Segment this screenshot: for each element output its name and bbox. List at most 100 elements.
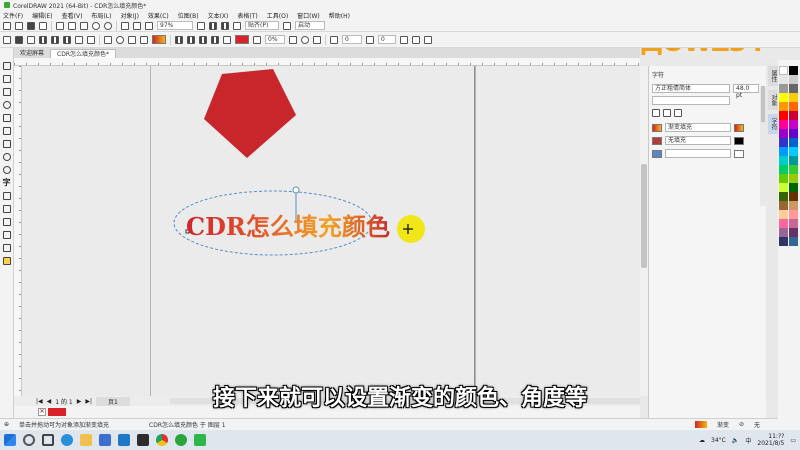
menu-table[interactable]: 表格(T): [237, 11, 257, 20]
menu-text[interactable]: 文本(X): [208, 11, 229, 20]
edge-browser-icon[interactable]: [61, 434, 73, 446]
free-scale-icon[interactable]: [400, 35, 408, 44]
palette-swatch[interactable]: [789, 93, 798, 102]
palette-swatch[interactable]: [779, 84, 788, 93]
copy-icon[interactable]: [68, 21, 76, 30]
vector-pattern-fill-icon[interactable]: [39, 35, 47, 44]
menu-view[interactable]: 查看(V): [62, 11, 83, 20]
font-size-field[interactable]: 48.0 pt: [733, 84, 759, 99]
texture-fill-icon[interactable]: [75, 35, 83, 44]
no-fill-icon[interactable]: [3, 35, 11, 44]
palette-swatch[interactable]: [779, 93, 788, 102]
publish-pdf-icon[interactable]: [145, 21, 153, 30]
palette-swatch[interactable]: [789, 219, 798, 228]
node-color-icon[interactable]: [223, 35, 231, 44]
palette-swatch[interactable]: [789, 183, 798, 192]
new-document-icon[interactable]: [3, 21, 11, 30]
palette-swatch[interactable]: [789, 192, 798, 201]
elliptical-fountain-icon[interactable]: [116, 35, 124, 44]
outline-color-swatch[interactable]: [734, 149, 744, 158]
palette-swatch[interactable]: [779, 156, 788, 165]
menu-window[interactable]: 窗口(W): [297, 11, 320, 20]
vertical-ruler[interactable]: [14, 66, 22, 396]
palette-swatch[interactable]: [789, 228, 798, 237]
show-grid-icon[interactable]: [221, 21, 229, 30]
redo-icon[interactable]: [104, 21, 112, 30]
launch-dropdown[interactable]: 启动: [295, 21, 325, 30]
parallel-dimension-icon[interactable]: [2, 192, 11, 200]
fill-indicator-swatch[interactable]: [694, 421, 707, 428]
ellipse-tool-icon[interactable]: [2, 153, 11, 161]
notification-icon[interactable]: ▭: [790, 437, 796, 444]
postscript-fill-icon[interactable]: [87, 35, 95, 44]
palette-swatch[interactable]: [779, 66, 788, 75]
linear-fountain-icon[interactable]: [104, 35, 112, 44]
palette-swatch[interactable]: [789, 156, 798, 165]
artistic-media-icon[interactable]: [2, 127, 11, 135]
reverse-icon[interactable]: [199, 35, 207, 44]
rectangle-tool-icon[interactable]: [2, 140, 11, 148]
node-color-picker[interactable]: [235, 35, 249, 44]
red-pentagon[interactable]: [204, 69, 296, 158]
palette-swatch[interactable]: [779, 192, 788, 201]
palette-swatch[interactable]: [779, 102, 788, 111]
menu-help[interactable]: 帮助(H): [329, 11, 350, 20]
menu-file[interactable]: 文件(F): [3, 11, 23, 20]
menu-bitmaps[interactable]: 位图(B): [178, 11, 199, 20]
wechat-icon[interactable]: [194, 434, 206, 446]
freehand-tool-icon[interactable]: [2, 114, 11, 122]
conical-fountain-icon[interactable]: [128, 35, 136, 44]
pdf-icon[interactable]: [137, 434, 149, 446]
palette-swatch[interactable]: [789, 129, 798, 138]
palette-swatch[interactable]: [789, 201, 798, 210]
palette-swatch[interactable]: [789, 210, 798, 219]
options-icon[interactable]: [283, 21, 291, 30]
paste-icon[interactable]: [80, 21, 88, 30]
node-transparency-icon[interactable]: [253, 35, 261, 44]
background-color-swatch[interactable]: [734, 136, 744, 145]
palette-swatch[interactable]: [779, 183, 788, 192]
rotate-icon[interactable]: [301, 35, 309, 44]
fill-type-select[interactable]: 渐变填充: [665, 123, 731, 132]
task-view-icon[interactable]: [42, 434, 54, 446]
outline-select[interactable]: [665, 149, 731, 158]
shape-tool-icon[interactable]: [2, 75, 11, 83]
palette-swatch[interactable]: [789, 237, 798, 246]
italic-icon[interactable]: [663, 108, 671, 117]
palette-swatch[interactable]: [789, 165, 798, 174]
palette-swatch[interactable]: [789, 84, 798, 93]
bold-icon[interactable]: [652, 108, 660, 117]
uniform-fill-icon[interactable]: [15, 35, 23, 44]
palette-swatch[interactable]: [779, 210, 788, 219]
outline-indicator-icon[interactable]: ⊘: [739, 421, 744, 428]
gradient-text-object[interactable]: CDR怎么填充颜色: [186, 207, 390, 242]
palette-swatch[interactable]: [789, 174, 798, 183]
palette-swatch[interactable]: [779, 147, 788, 156]
palette-swatch[interactable]: [779, 237, 788, 246]
docker-scroll-thumb[interactable]: [761, 86, 765, 122]
smooth-icon[interactable]: [366, 35, 374, 44]
palette-swatch[interactable]: [779, 165, 788, 174]
palette-swatch[interactable]: [789, 111, 798, 120]
undo-icon[interactable]: [92, 21, 100, 30]
transparency-tool-icon[interactable]: [2, 231, 11, 239]
blend-mode-icon[interactable]: [175, 35, 183, 44]
palette-swatch[interactable]: [779, 174, 788, 183]
rectangular-fountain-icon[interactable]: [140, 35, 148, 44]
store-icon[interactable]: [99, 434, 111, 446]
zoom-level-field[interactable]: 97%: [157, 21, 193, 30]
menu-object[interactable]: 对象(J): [120, 11, 138, 20]
fountain-fill-picker[interactable]: [152, 35, 166, 44]
background-fill-select[interactable]: 无填充: [665, 136, 731, 145]
prev-page-icon[interactable]: ◀: [47, 398, 52, 405]
search-icon[interactable]: [23, 434, 35, 446]
zoom-tool-icon[interactable]: [2, 101, 11, 109]
palette-swatch[interactable]: [779, 129, 788, 138]
transparency-icon[interactable]: [187, 35, 195, 44]
fountain-fill-icon[interactable]: [27, 35, 35, 44]
font-family-select[interactable]: 方正粗倩简体: [652, 84, 730, 93]
polygon-tool-icon[interactable]: [2, 166, 11, 174]
menu-effects[interactable]: 效果(C): [148, 11, 169, 20]
palette-swatch[interactable]: [789, 120, 798, 129]
canvas-vertical-scrollbar[interactable]: [640, 66, 648, 396]
